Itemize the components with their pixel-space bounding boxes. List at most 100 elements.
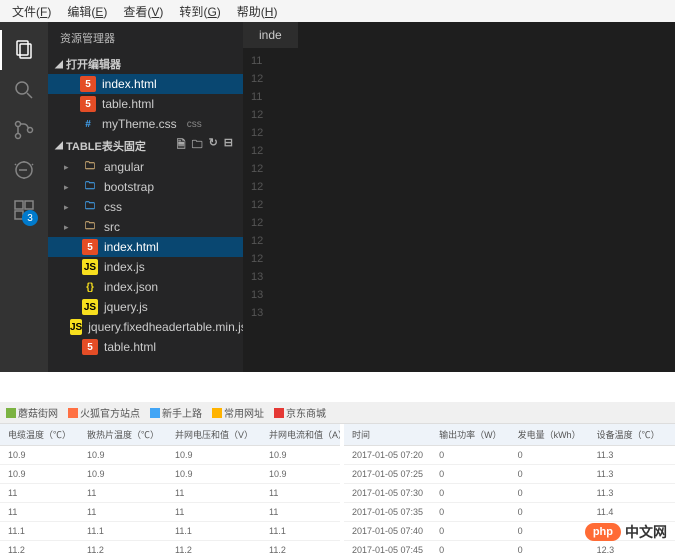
menu-view[interactable]: 查看(V) xyxy=(115,1,171,22)
table-header: 输出功率（W） xyxy=(431,424,510,446)
line-number: 12 xyxy=(251,106,667,124)
table-cell: 2017-01-05 07:40 xyxy=(344,522,431,541)
file-label: angular xyxy=(104,160,144,174)
json-icon: {} xyxy=(82,279,98,295)
html-icon: 5 xyxy=(80,96,96,112)
debug-icon[interactable] xyxy=(0,150,48,190)
bookmark-item[interactable]: 常用网址 xyxy=(212,405,264,420)
collapse-icon[interactable]: ⊟ xyxy=(224,136,233,155)
file-item[interactable]: JS jquery.js xyxy=(48,297,243,317)
bookmark-bar: 蘑菇街网 火狐官方站点 新手上路 常用网址 京东商城 xyxy=(0,402,675,424)
source-control-icon[interactable] xyxy=(0,110,48,150)
line-number: 12 xyxy=(251,232,667,250)
line-number: 13 xyxy=(251,286,667,304)
menu-file[interactable]: 文件(F) xyxy=(4,1,59,22)
file-label: jquery.js xyxy=(104,300,148,314)
table-cell: 11 xyxy=(0,484,79,503)
table-row: 2017-01-05 07:200011.311.3 xyxy=(344,446,675,465)
table-row: 11.111.111.111.12017- xyxy=(0,522,340,541)
css-icon: # xyxy=(80,116,96,132)
table-cell: 0 xyxy=(431,522,510,541)
open-editor-item[interactable]: 5 table.html xyxy=(48,94,243,114)
table-cell: 2017-01-05 07:25 xyxy=(344,465,431,484)
search-icon[interactable] xyxy=(0,70,48,110)
table-cell: 10.9 xyxy=(0,465,79,484)
file-label: jquery.fixedheadertable.min.js xyxy=(88,320,243,334)
table-cell: 11.3 xyxy=(589,465,668,484)
table-row: 10.910.910.910.92017- xyxy=(0,465,340,484)
table-cell: 2017-01-05 07:45 xyxy=(344,541,431,555)
table-cell: 0 xyxy=(510,503,589,522)
table-row: 111111112017- xyxy=(0,484,340,503)
php-logo: php xyxy=(585,523,621,541)
table-cell: 0 xyxy=(431,484,510,503)
extensions-icon[interactable]: 3 xyxy=(0,190,48,230)
html-icon: 5 xyxy=(82,239,98,255)
file-label: index.js xyxy=(104,260,145,274)
file-item[interactable]: 5table.html xyxy=(48,337,243,357)
bookmark-item[interactable]: 京东商城 xyxy=(274,405,326,420)
folder-icon: 🗀 xyxy=(82,199,98,215)
new-file-icon[interactable]: 🗎 xyxy=(177,136,186,155)
table-cell: 12.3 xyxy=(668,541,675,555)
bookmark-item[interactable]: 蘑菇街网 xyxy=(6,405,58,420)
chevron-right-icon: ▸ xyxy=(64,222,76,233)
table-header: 散热片温度（℃） xyxy=(79,424,167,446)
table-header: 电缆温度（ xyxy=(668,424,675,446)
project-header[interactable]: ◢ TABLE表头固定 🗎 🗀 ↻ ⊟ xyxy=(48,134,243,157)
line-number: 12 xyxy=(251,142,667,160)
js-icon: JS xyxy=(82,299,98,315)
table-header: 发电量（kWh） xyxy=(510,424,589,446)
table-cell: 11 xyxy=(0,503,79,522)
table-left-wrap[interactable]: 电缆温度（℃）散热片温度（℃）并网电压和值（V）并网电流和值（A）并网电压 10… xyxy=(0,424,340,554)
menu-help[interactable]: 帮助(H) xyxy=(229,1,286,22)
table-cell: 0 xyxy=(431,503,510,522)
open-editor-item[interactable]: # myTheme.css css xyxy=(48,114,243,134)
table-cell: 11.2 xyxy=(261,541,340,555)
table-cell: 11.3 xyxy=(668,446,675,465)
file-item[interactable]: JSjquery.fixedheadertable.min.js xyxy=(48,317,243,337)
menu-edit[interactable]: 编辑(E) xyxy=(59,1,115,22)
file-item[interactable]: JSindex.js xyxy=(48,257,243,277)
new-folder-icon[interactable]: 🗀 xyxy=(192,136,203,155)
editor-window: 3 资源管理器 ◢ 打开编辑器 5 index.html 5 table.htm… xyxy=(0,22,675,372)
table-cell: 10.9 xyxy=(79,465,167,484)
table-cell: 0 xyxy=(510,465,589,484)
table-header: 时间 xyxy=(344,424,431,446)
file-item[interactable]: 5index.html xyxy=(48,237,243,257)
folder-item[interactable]: ▸🗀src xyxy=(48,217,243,237)
folder-item[interactable]: ▸🗀angular xyxy=(48,157,243,177)
menu-goto[interactable]: 转到(G) xyxy=(171,1,228,22)
table-header: 设备温度（℃） xyxy=(589,424,668,446)
folder-item[interactable]: ▸🗀css xyxy=(48,197,243,217)
editor-tab[interactable]: inde xyxy=(243,22,298,48)
explorer-icon[interactable] xyxy=(0,30,48,70)
file-item[interactable]: {}index.json xyxy=(48,277,243,297)
table-cell: 10.9 xyxy=(261,465,340,484)
bookmark-item[interactable]: 新手上路 xyxy=(150,405,202,420)
table-cell: 0 xyxy=(431,541,510,555)
table-header: 并网电压和值（V） xyxy=(167,424,261,446)
table-cell: 11.2 xyxy=(0,541,79,555)
table-cell: 2017-01-05 07:30 xyxy=(344,484,431,503)
table-cell: 10.9 xyxy=(167,465,261,484)
table-row: 2017-01-05 07:300011.311.3 xyxy=(344,484,675,503)
extensions-badge: 3 xyxy=(22,210,38,226)
chevron-down-icon: ◢ xyxy=(52,140,66,151)
table-cell: 11.1 xyxy=(0,522,79,541)
table-cell: 0 xyxy=(431,446,510,465)
table-cell: 0 xyxy=(510,446,589,465)
line-number: 12 xyxy=(251,214,667,232)
table-row: 2017-01-05 07:450012.312.3 xyxy=(344,541,675,555)
menubar: 文件(F) 编辑(E) 查看(V) 转到(G) 帮助(H) xyxy=(0,0,675,22)
refresh-icon[interactable]: ↻ xyxy=(209,136,218,155)
table-cell: 10.9 xyxy=(167,446,261,465)
table-cell: 2017-01-05 07:35 xyxy=(344,503,431,522)
bookmark-item[interactable]: 火狐官方站点 xyxy=(68,405,140,420)
open-editors-header[interactable]: ◢ 打开编辑器 xyxy=(48,54,243,74)
open-editor-item[interactable]: 5 index.html xyxy=(48,74,243,94)
table-cell: 0 xyxy=(510,541,589,555)
folder-item[interactable]: ▸🗀bootstrap xyxy=(48,177,243,197)
table-row: 2017-01-05 07:350011.411.4 xyxy=(344,503,675,522)
file-tree: ▸🗀angular▸🗀bootstrap▸🗀css▸🗀src5index.htm… xyxy=(48,157,243,357)
